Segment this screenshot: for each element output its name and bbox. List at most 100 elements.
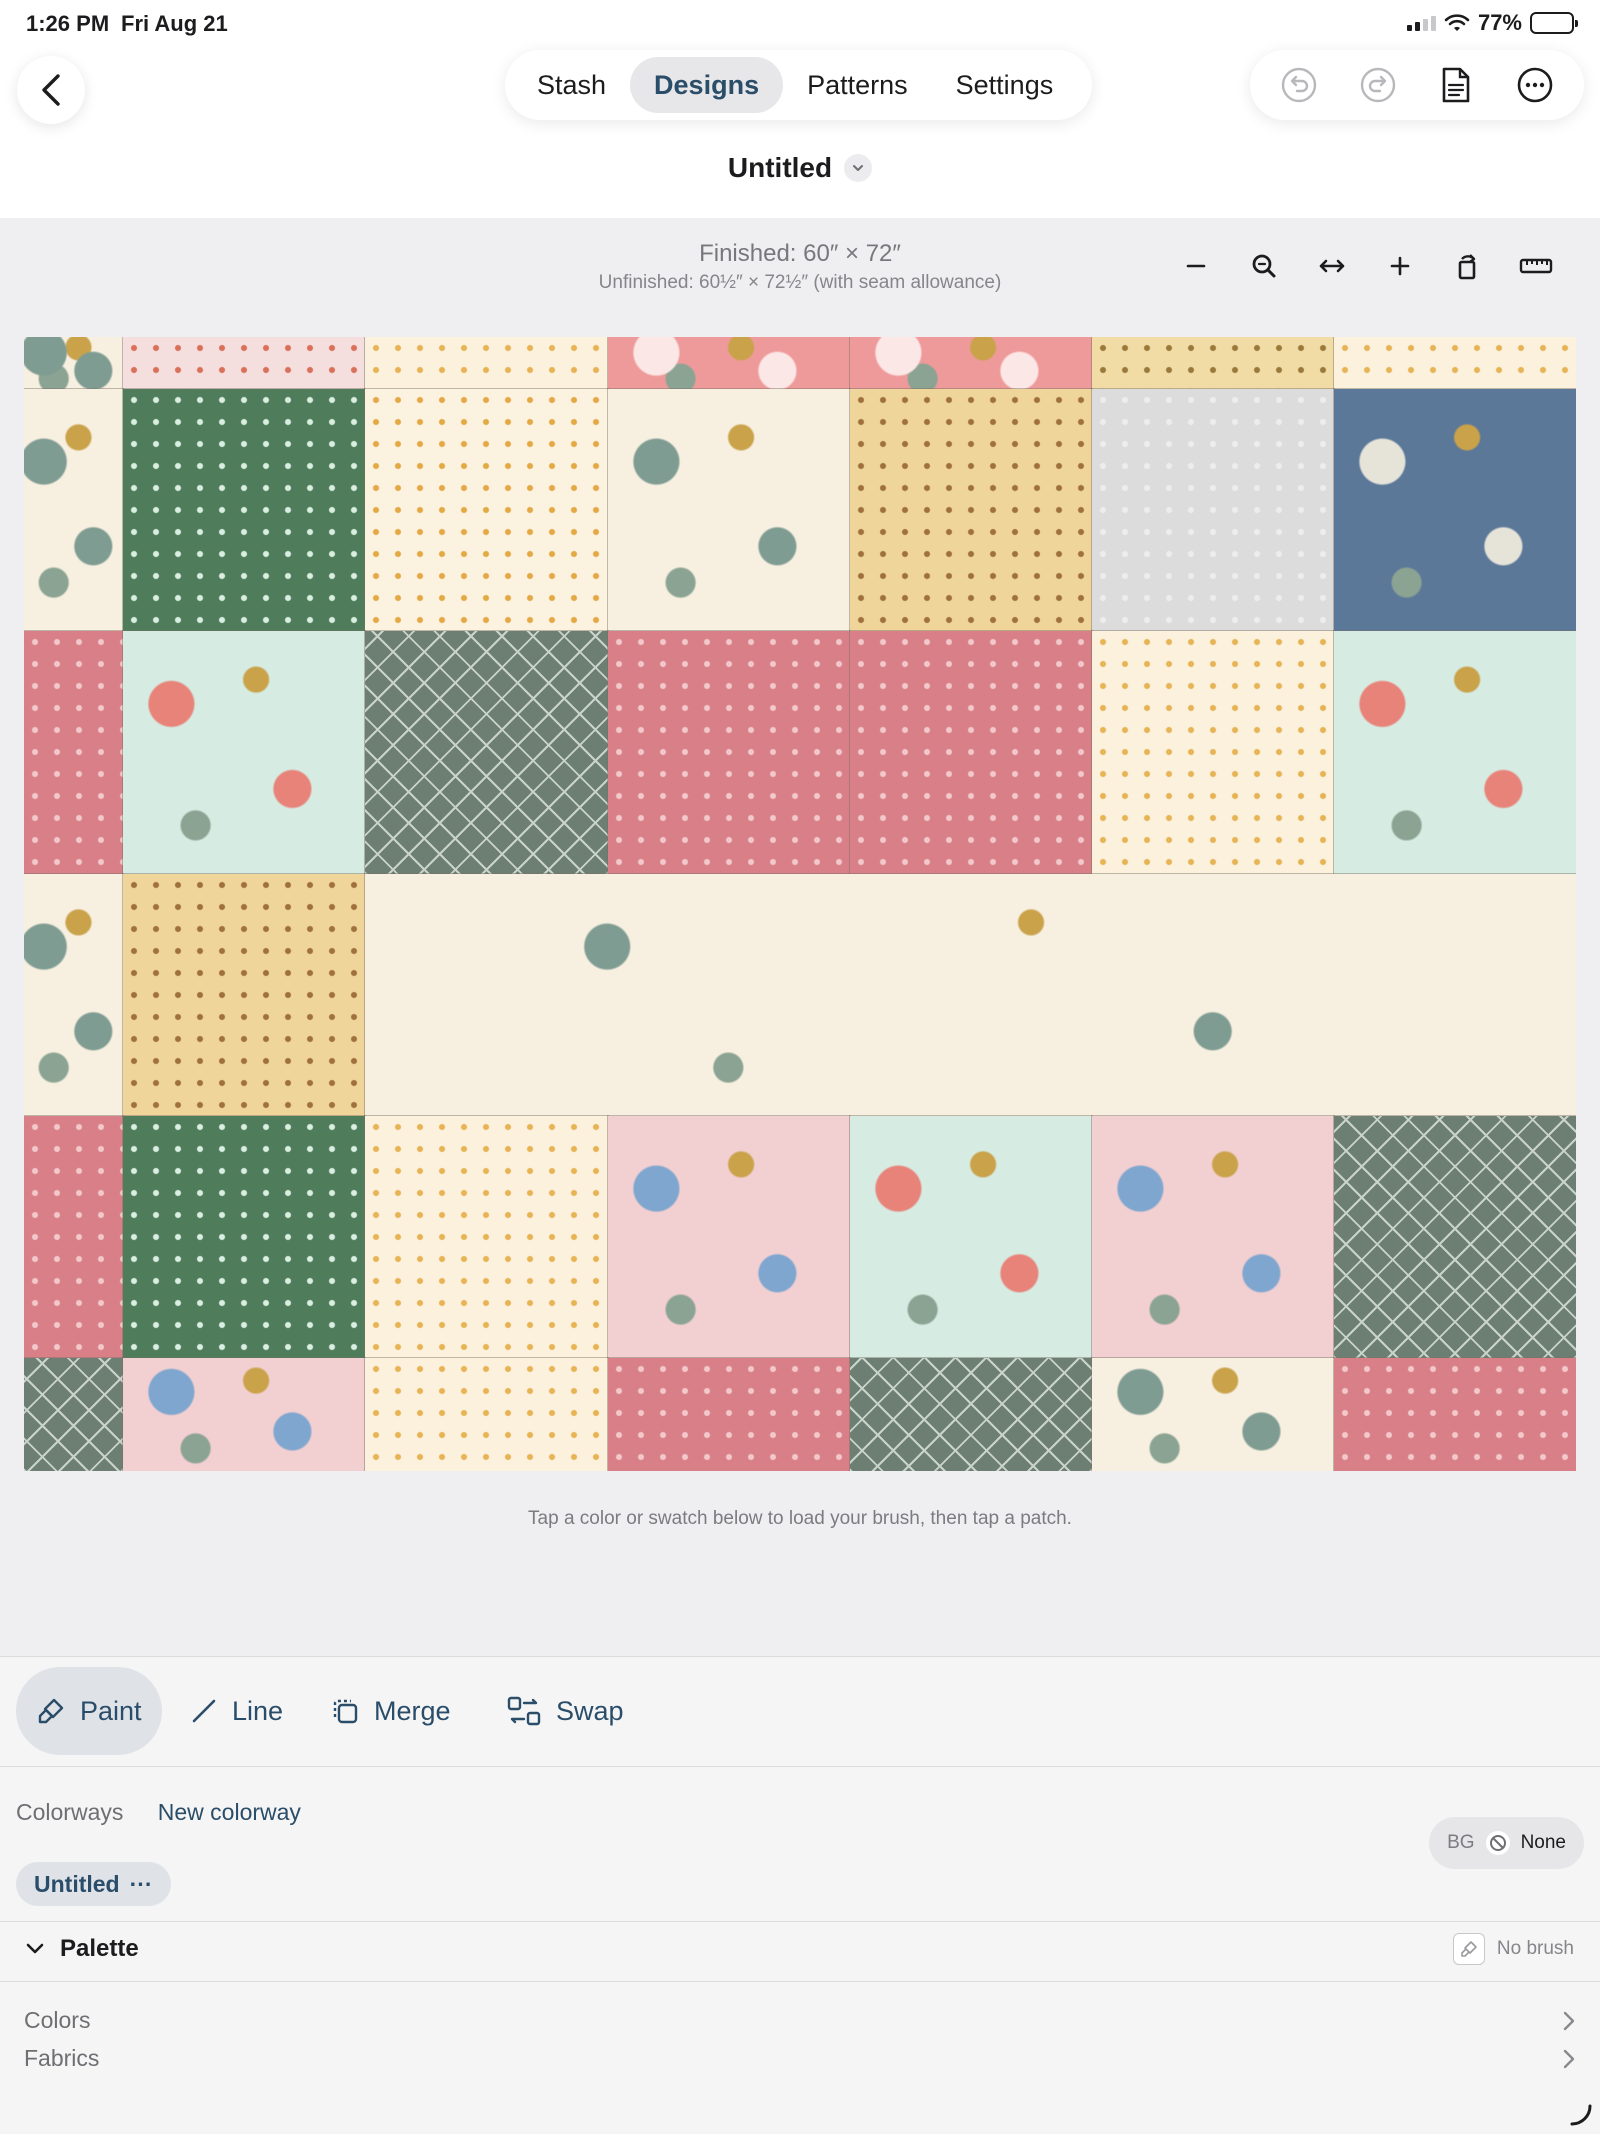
zoom-out-button[interactable] [1170,246,1222,286]
document-title: Untitled [727,152,833,183]
quilt-patch[interactable] [607,388,851,632]
quilt-patch[interactable] [122,1357,366,1471]
colorways-row: Colorways New colorway [16,1799,301,1826]
chevron-down-icon [26,1943,44,1954]
redo-button[interactable] [1350,57,1406,113]
ruler-button[interactable] [1510,246,1562,286]
quilt-patch[interactable] [607,1115,851,1359]
swap-icon [507,1696,541,1726]
quilt-patch[interactable] [849,1357,1093,1471]
quilt-design[interactable] [24,337,1576,1471]
document-button[interactable] [1428,57,1484,113]
quilt-patch[interactable] [364,337,609,390]
quilt-patch[interactable] [24,1357,124,1471]
quilt-patch[interactable] [24,873,124,1117]
quilt-patch[interactable] [1091,1115,1335,1359]
quilt-patch[interactable] [364,388,609,632]
zoom-fit-button[interactable] [1238,246,1290,286]
quilt-patch[interactable] [122,337,366,390]
quilt-patch[interactable] [607,337,851,390]
tab-designs[interactable]: Designs [630,57,784,113]
status-time: 1:26 PM [26,11,110,36]
quilt-patch[interactable] [122,1115,366,1359]
chevron-left-icon [42,74,60,106]
redo-icon [1360,67,1395,103]
quilt-patch[interactable] [364,1357,609,1471]
quilt-patch[interactable] [122,873,366,1117]
background-selector[interactable]: BG None [1429,1817,1584,1869]
status-date: Fri Aug 21 [121,11,228,36]
quilt-patch[interactable] [849,630,1093,875]
merge-icon [333,1699,358,1724]
palette-label: Palette [60,1935,139,1962]
canvas-hint: Tap a color or swatch below to load your… [528,1508,1072,1529]
zoom-out-icon [1186,264,1206,268]
merge-tool-label: Merge [374,1695,451,1726]
tab-patterns[interactable]: Patterns [783,57,932,113]
status-right: 77% [1406,10,1578,36]
rotate-icon [1458,254,1476,280]
quilt-patch[interactable] [1091,388,1335,632]
quilt-patch[interactable] [1091,1357,1335,1471]
quilt-patch[interactable] [24,337,124,390]
rotate-button[interactable] [1442,246,1494,286]
zoom-in-button[interactable] [1374,246,1426,286]
zoom-fit-icon [1252,254,1276,278]
tab-settings[interactable]: Settings [932,57,1078,113]
quilt-patch[interactable] [1333,1115,1576,1359]
line-tool-button[interactable]: Line [170,1667,303,1755]
colorway-chip[interactable]: Untitled ··· [16,1862,171,1906]
quilt-patch[interactable] [24,1115,124,1359]
quilt-patch[interactable] [1333,337,1576,390]
resize-corner-icon [1570,2104,1592,2126]
fit-width-icon [1319,259,1345,273]
status-bar: 1:26 PM Fri Aug 21 77% [0,0,1600,48]
palette-toggle[interactable]: Palette [24,1935,139,1963]
quilt-patch[interactable] [24,630,124,875]
quilt-patch[interactable] [849,337,1093,390]
colorway-more: ··· [129,1870,153,1897]
quilt-patch[interactable] [1333,630,1576,875]
undo-icon [1282,67,1317,103]
battery-percent: 77% [1477,10,1522,35]
battery-icon [1530,12,1578,34]
quilt-patch[interactable] [364,630,609,875]
new-colorway-button[interactable]: New colorway [158,1799,301,1825]
document-icon [1442,67,1470,103]
quilt-patch[interactable] [364,873,1576,1117]
quilt-patch[interactable] [364,1115,609,1359]
main-tabs: Stash Designs Patterns Settings [505,50,1092,120]
quilt-patch[interactable] [849,1115,1093,1359]
ruler-icon [1519,258,1553,274]
quilt-patch[interactable] [1091,630,1335,875]
quilt-patch[interactable] [1091,337,1335,390]
quilt-patch[interactable] [849,388,1093,632]
more-icon [1517,67,1553,103]
swap-tool-button[interactable]: Swap [486,1667,644,1755]
fabrics-label: Fabrics [24,2045,100,2071]
quilt-patch[interactable] [122,630,366,875]
undo-button[interactable] [1271,57,1327,113]
merge-tool-button[interactable]: Merge [310,1667,471,1755]
document-title-button[interactable]: Untitled [0,152,1600,184]
cellular-signal-icon [1406,15,1436,31]
tab-stash[interactable]: Stash [513,57,630,113]
quilt-patch[interactable] [1333,388,1576,632]
quilt-patch[interactable] [607,1357,851,1471]
brush-status-label: No brush [1496,1938,1574,1959]
quilt-patch[interactable] [607,630,851,875]
more-button[interactable] [1507,57,1563,113]
fit-width-button[interactable] [1306,246,1358,286]
line-tool-label: Line [232,1695,284,1726]
brush-icon [1452,1933,1485,1965]
quilt-patch[interactable] [122,388,366,632]
fabrics-row[interactable]: Fabrics [24,2045,1576,2072]
quilt-patch[interactable] [24,388,124,632]
colors-label: Colors [24,2007,91,2033]
quilt-patch[interactable] [1333,1357,1576,1471]
bg-label: BG [1447,1832,1475,1853]
wifi-icon [1444,14,1470,31]
colors-row[interactable]: Colors [24,2007,1576,2034]
back-button[interactable] [17,56,85,124]
paint-tool-button[interactable]: Paint [16,1667,162,1755]
